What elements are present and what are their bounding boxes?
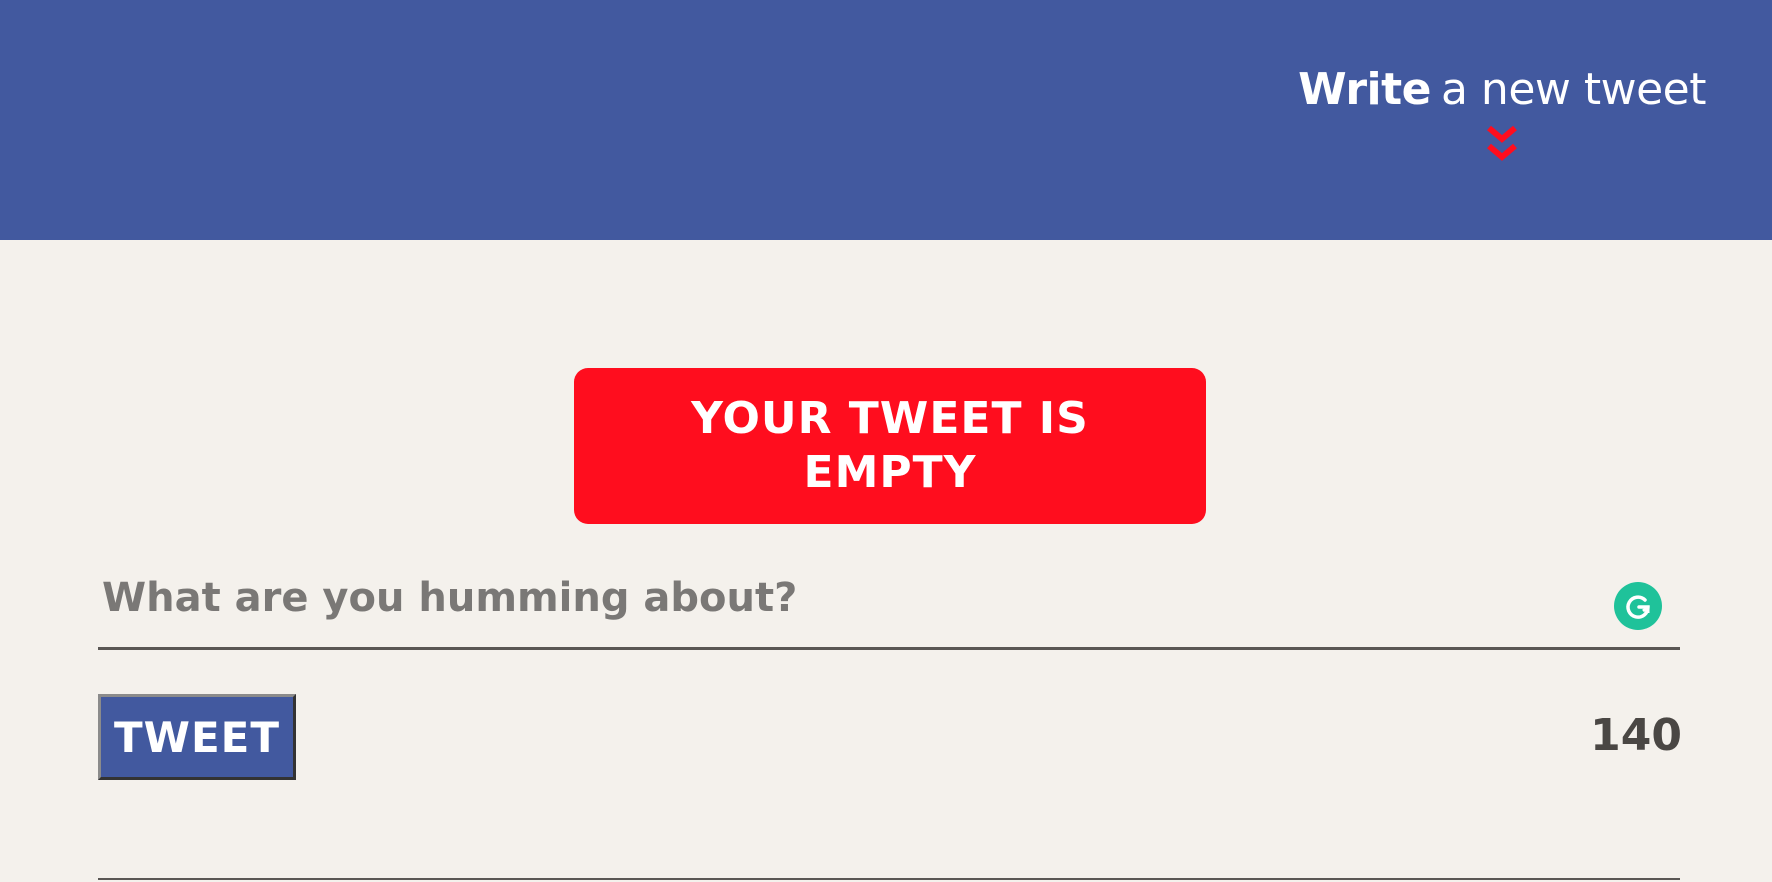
bottom-divider <box>98 878 1680 880</box>
compose-heading: Write a new tweet <box>1298 62 1706 118</box>
tweet-input[interactable] <box>98 548 1680 650</box>
double-chevron-down-icon <box>1487 125 1517 161</box>
compose-heading-bold: Write <box>1298 64 1431 115</box>
write-new-tweet-link[interactable]: Write a new tweet <box>1298 62 1707 166</box>
top-header: Write a new tweet <box>0 0 1772 240</box>
tweet-button[interactable]: TWEET <box>98 694 296 780</box>
compose-heading-light: a new tweet <box>1440 64 1707 115</box>
character-counter: 140 <box>1590 710 1682 761</box>
grammarly-icon[interactable] <box>1614 582 1662 630</box>
alert-message: YOUR TWEET IS EMPTY <box>691 393 1089 498</box>
empty-tweet-alert: YOUR TWEET IS EMPTY <box>574 368 1206 524</box>
grammarly-g-glyph <box>1626 595 1650 619</box>
